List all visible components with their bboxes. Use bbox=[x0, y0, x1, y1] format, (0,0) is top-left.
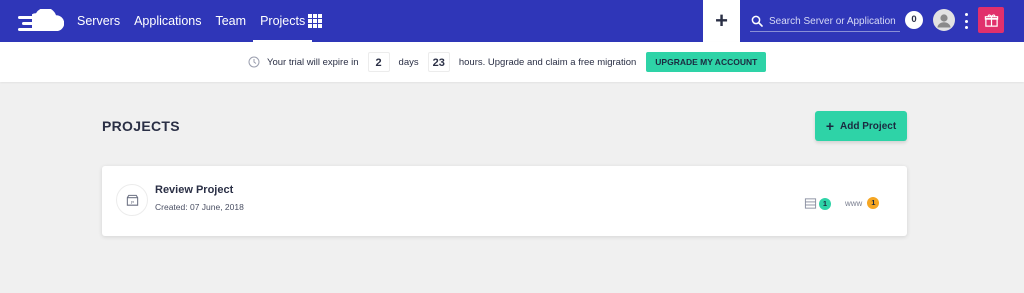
user-icon bbox=[937, 14, 951, 28]
page-title: PROJECTS bbox=[102, 118, 180, 134]
nav-projects[interactable]: Projects bbox=[253, 0, 313, 42]
nav-applications[interactable]: Applications bbox=[127, 0, 208, 42]
top-navbar: Servers Applications Team Projects + 0 bbox=[0, 0, 1024, 42]
trial-hours-text: hours. Upgrade and claim a free migratio… bbox=[458, 56, 637, 68]
project-folder-icon: P bbox=[116, 184, 148, 216]
project-name[interactable]: Review Project bbox=[155, 184, 233, 196]
app-count-stat: www 1 bbox=[845, 197, 880, 209]
trial-banner: Your trial will expire in 2 days 23 hour… bbox=[0, 42, 1024, 82]
project-card[interactable]: P Review Project Created: 07 June, 2018 … bbox=[102, 166, 907, 236]
gift-icon bbox=[984, 13, 998, 27]
add-project-label: Add Project bbox=[840, 120, 897, 132]
plus-icon: + bbox=[715, 8, 728, 33]
user-avatar[interactable] bbox=[933, 9, 955, 31]
svg-text:P: P bbox=[130, 199, 133, 204]
clock-icon bbox=[248, 56, 260, 68]
upgrade-account-button[interactable]: UPGRADE MY ACCOUNT bbox=[646, 52, 767, 72]
quick-add-button[interactable]: + bbox=[703, 0, 740, 42]
project-created-date: Created: 07 June, 2018 bbox=[155, 202, 244, 212]
trial-days-value: 2 bbox=[367, 52, 390, 72]
search-icon bbox=[751, 15, 763, 27]
search-bar bbox=[750, 11, 901, 32]
www-icon: www bbox=[845, 198, 863, 208]
main-nav: Servers Applications Team Projects bbox=[70, 0, 313, 42]
nav-team[interactable]: Team bbox=[208, 0, 253, 42]
server-count-badge: 1 bbox=[819, 197, 831, 210]
plus-icon: + bbox=[825, 118, 835, 134]
add-project-button[interactable]: + Add Project bbox=[815, 111, 907, 141]
app-count-badge: 1 bbox=[867, 197, 880, 209]
trial-message: Your trial will expire in 2 days 23 hour… bbox=[248, 52, 767, 72]
server-icon bbox=[804, 198, 817, 209]
cloudways-logo[interactable] bbox=[18, 9, 64, 35]
trial-text-prefix: Your trial will expire in bbox=[267, 56, 359, 68]
trial-days-label: days bbox=[398, 56, 419, 68]
notification-count-badge[interactable]: 0 bbox=[905, 11, 923, 29]
server-count-stat: 1 bbox=[804, 197, 831, 210]
more-options-icon[interactable] bbox=[965, 13, 969, 29]
apps-grid-icon[interactable] bbox=[308, 14, 322, 28]
gift-button[interactable] bbox=[978, 7, 1004, 33]
nav-servers[interactable]: Servers bbox=[70, 0, 127, 42]
trial-hours-value: 23 bbox=[427, 52, 450, 72]
search-input[interactable] bbox=[769, 15, 901, 27]
